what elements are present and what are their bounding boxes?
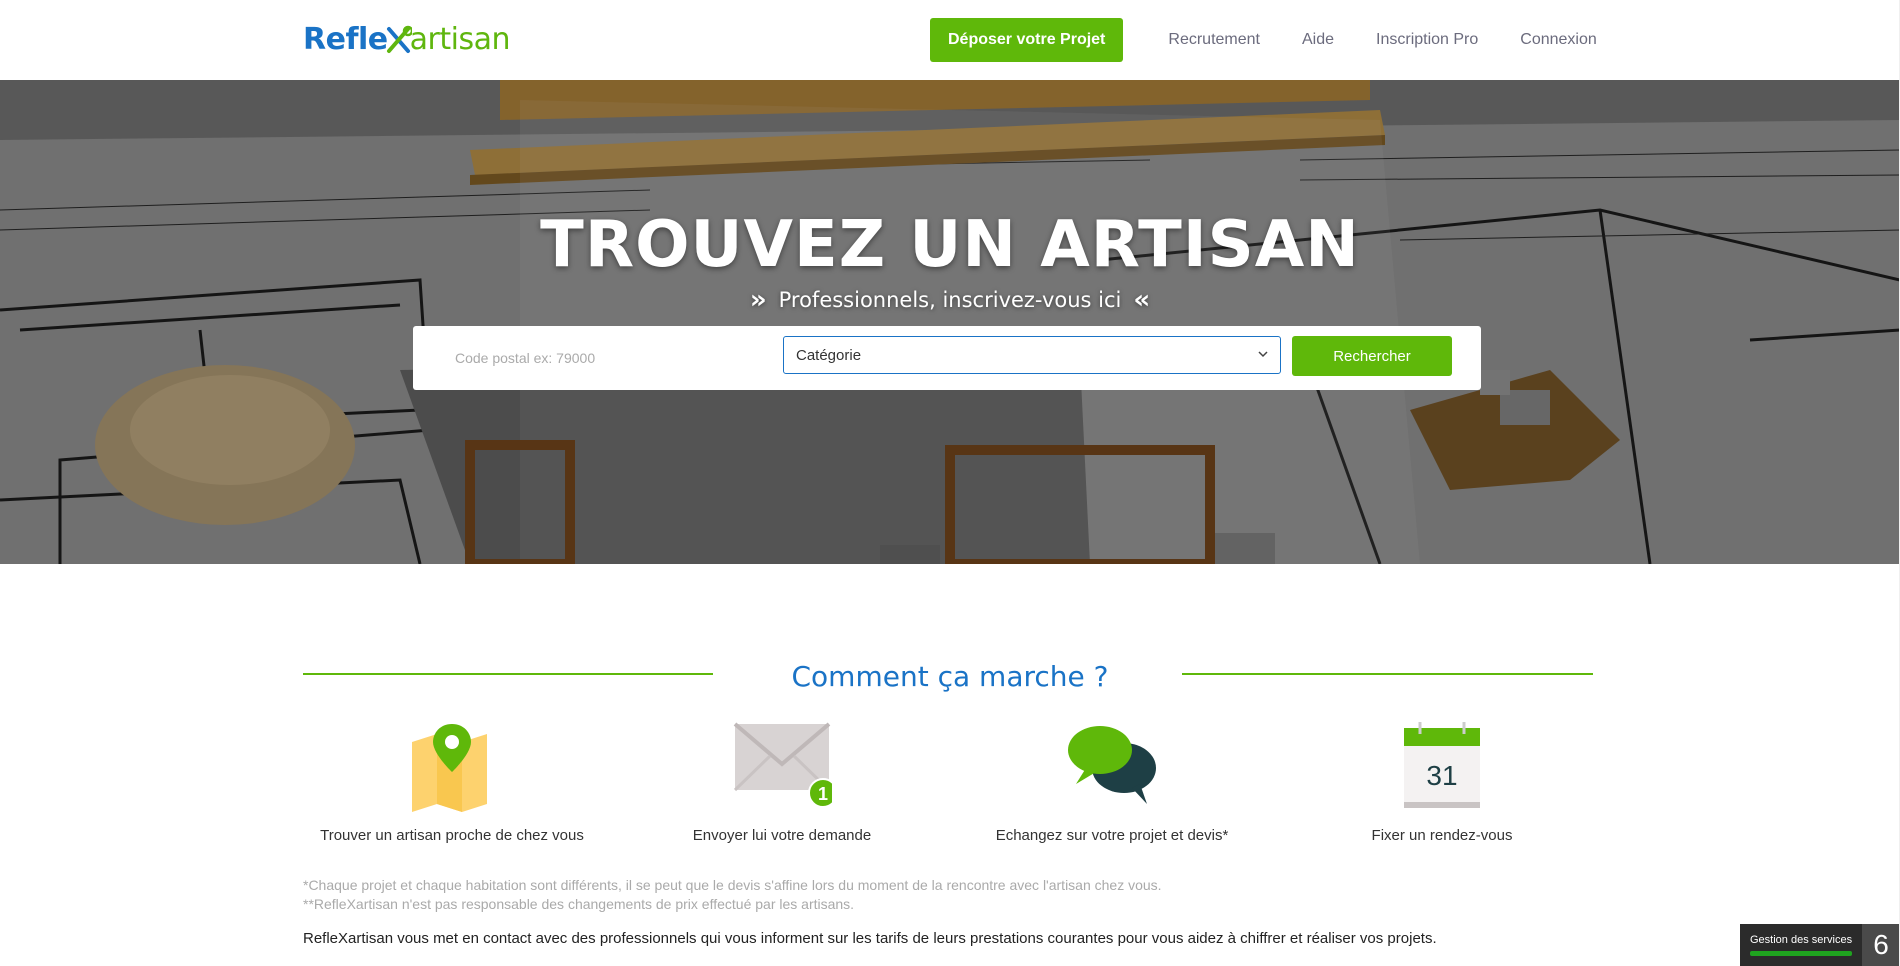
nav-recrutement[interactable]: Recrutement (1168, 31, 1260, 49)
page: Refle artisan Déposer votre Projet Recru… (0, 0, 1900, 966)
nav-connexion[interactable]: Connexion (1520, 31, 1597, 49)
step-find-artisan: Trouver un artisan proche de chez vous (302, 722, 602, 844)
tools-x-icon (386, 25, 412, 53)
step-label: Echangez sur votre projet et devis* (995, 827, 1229, 844)
submit-project-button[interactable]: Déposer votre Projet (930, 18, 1124, 62)
services-widget-bar (1750, 951, 1852, 956)
step-send-request: 1 Envoyer lui votre demande (632, 722, 932, 844)
disclaimer-note-2: **RefleXartisan n'est pas responsable de… (303, 896, 855, 912)
step-exchange: Echangez sur votre projet et devis* (962, 722, 1262, 844)
site-header: Refle artisan Déposer votre Projet Recru… (0, 0, 1900, 80)
disclaimer-note-1: *Chaque projet et chaque habitation sont… (303, 877, 1162, 893)
map-pin-icon (412, 724, 487, 812)
step-label: Trouver un artisan proche de chez vous (320, 827, 584, 844)
site-logo[interactable]: Refle artisan (303, 22, 510, 58)
blueprint-background-image (0, 80, 1900, 564)
step-label: Envoyer lui votre demande (692, 827, 872, 844)
double-chevron-left-icon: « (1133, 285, 1151, 315)
double-chevron-right-icon: » (749, 285, 767, 315)
chevron-down-icon (1258, 351, 1268, 358)
services-widget-label: Gestion des services (1750, 934, 1853, 946)
hero-title: TROUVEZ UN ARTISAN (540, 208, 1360, 282)
postal-code-input[interactable] (437, 340, 767, 376)
step-label: Fixer un rendez-vous (1371, 827, 1513, 844)
category-select-value: Catégorie (796, 346, 862, 364)
envelope-badge: 1 (818, 784, 828, 804)
logo-text-part2: artisan (409, 22, 511, 57)
search-button[interactable]: Rechercher (1292, 336, 1452, 376)
site-description: RefleXartisan vous met en contact avec d… (303, 930, 1437, 947)
step-appointment: 31 Fixer un rendez-vous (1292, 722, 1592, 844)
hero-banner: TROUVEZ UN ARTISAN » Professionnels, ins… (0, 80, 1900, 564)
calendar-day: 31 (1426, 760, 1457, 791)
chat-bubbles-icon (1068, 726, 1156, 804)
how-it-works-title: Comment ça marche ? (791, 660, 1109, 693)
divider-right (1182, 673, 1593, 675)
pro-signup-text: Professionnels, inscrivez-vous ici (778, 288, 1122, 312)
pro-signup-link[interactable]: » Professionnels, inscrivez-vous ici « (0, 285, 1900, 315)
main-nav: Déposer votre Projet Recrutement Aide In… (930, 18, 1618, 62)
services-widget-count: 6 (1862, 924, 1900, 966)
search-form: Catégorie Rechercher (413, 326, 1481, 390)
services-widget[interactable]: Gestion des services 6 (1740, 924, 1900, 966)
nav-inscription-pro[interactable]: Inscription Pro (1376, 31, 1478, 49)
nav-aide[interactable]: Aide (1302, 31, 1334, 49)
category-select[interactable]: Catégorie (783, 336, 1281, 374)
logo-text-part1: Refle (303, 22, 388, 57)
calendar-icon: 31 (1404, 722, 1480, 808)
envelope-icon: 1 (733, 722, 838, 808)
